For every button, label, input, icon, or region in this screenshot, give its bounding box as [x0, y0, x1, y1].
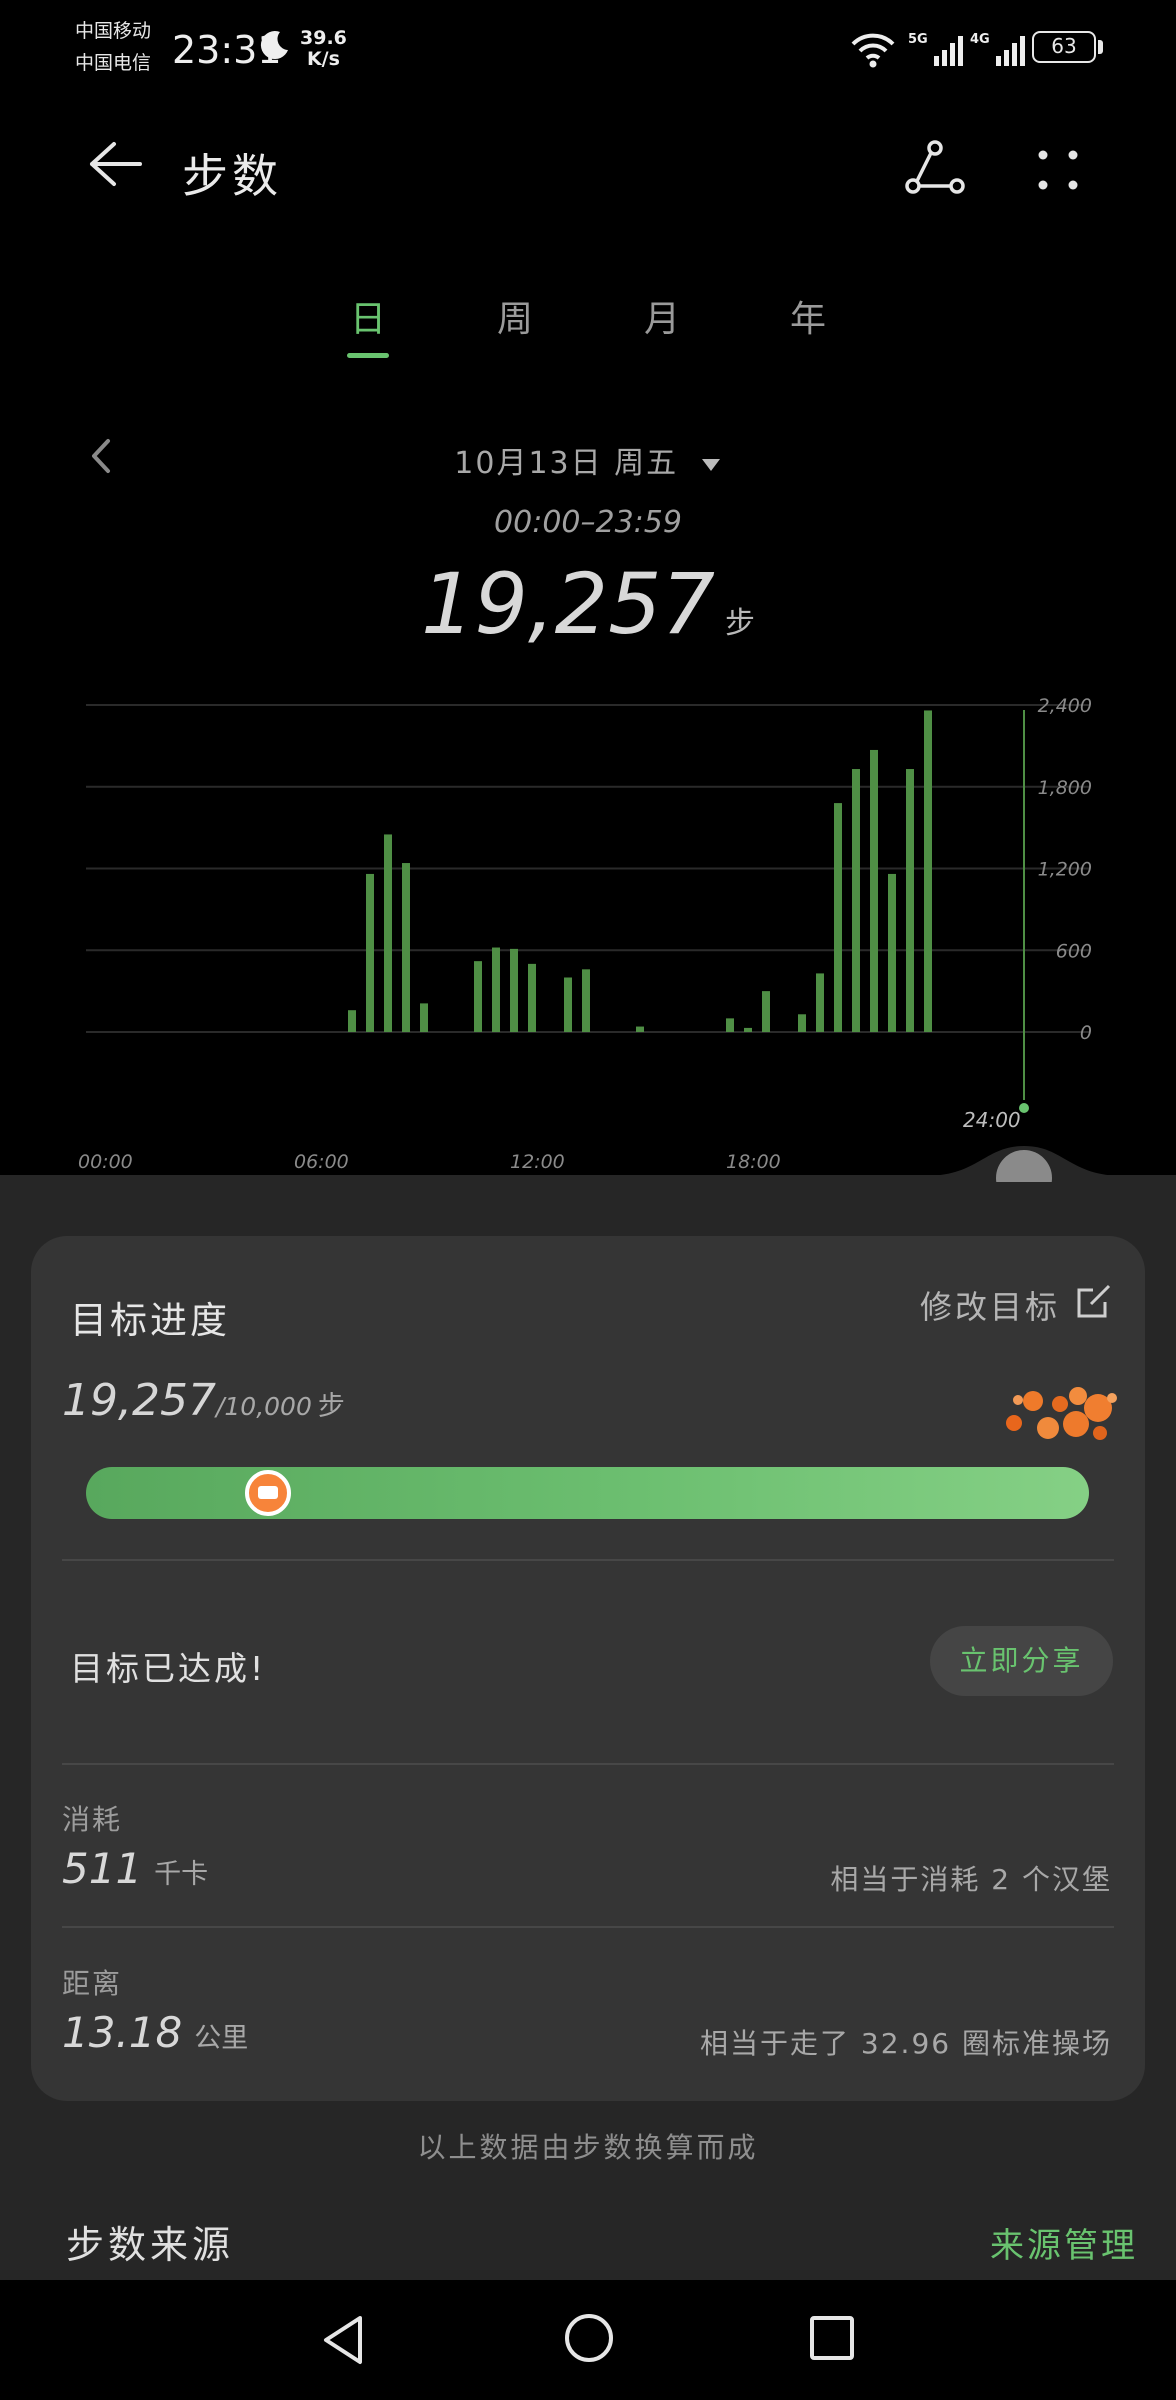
step-source-title: 步数来源: [66, 2223, 235, 2267]
step-bar: [888, 873, 896, 1032]
goal-unit: 步: [317, 1391, 345, 1422]
source-manage-link[interactable]: 来源管理: [990, 2218, 1138, 2267]
signal-bars-icon: [996, 36, 1026, 66]
edit-icon[interactable]: [1075, 1282, 1113, 1320]
goal-current-steps: 19,257: [62, 1375, 216, 1426]
nav-recent-apps-icon[interactable]: [808, 2314, 856, 2362]
y-tick-label: 1,800: [1038, 777, 1092, 799]
goal-progress-values: 19,257/10,000 步: [62, 1375, 345, 1426]
tab-year[interactable]: 年: [790, 290, 826, 342]
step-bar: [492, 947, 500, 1032]
y-tick-label: 600: [1056, 940, 1092, 962]
network-speed: 39.6 K/s: [300, 28, 347, 70]
step-bar: [726, 1018, 734, 1032]
wifi-icon: [851, 33, 895, 68]
progress-marker-icon: [245, 1470, 291, 1516]
calories-label: 消耗: [62, 1803, 123, 1836]
x-tick-label: 00:00: [78, 1151, 133, 1173]
y-tick-label: 0: [1080, 1022, 1092, 1044]
tab-day[interactable]: 日: [350, 290, 386, 342]
battery-tip: [1098, 40, 1103, 54]
distance-compare: 相当于走了 32.96 圈标准操场: [700, 2027, 1112, 2060]
step-bar: [798, 1014, 806, 1032]
network-speed-value: 39.6: [300, 27, 347, 49]
step-bar: [384, 834, 392, 1032]
step-bar: [906, 769, 914, 1032]
goal-progress-title: 目标进度: [70, 1299, 230, 1342]
step-bar: [870, 749, 878, 1032]
step-bar: [510, 948, 518, 1032]
calories-unit: 千卡: [154, 1859, 209, 1890]
scrubber-handle[interactable]: [924, 1112, 1124, 1182]
tab-month[interactable]: 月: [644, 290, 680, 342]
signal-5g-label: 5G: [908, 32, 928, 47]
x-tick-label: 18:00: [726, 1151, 781, 1173]
tab-week[interactable]: 周: [497, 290, 533, 342]
calories-compare: 相当于消耗 2 个汉堡: [830, 1863, 1112, 1896]
total-steps-value: 19,257: [421, 555, 715, 653]
goal-reached-text: 目标已达成!: [70, 1649, 267, 1688]
battery-indicator: 63: [1032, 31, 1096, 63]
step-bar: [744, 1027, 752, 1032]
calories-value-row: 511 千卡: [62, 1844, 208, 1893]
distance-value: 13.18: [62, 2008, 183, 2057]
carrier-secondary: 中国电信: [75, 52, 152, 74]
chart-x-axis: 00:00 06:00 12:00 18:00: [78, 1151, 781, 1173]
data-footnote: 以上数据由步数换算而成: [417, 2131, 759, 2164]
chart-y-axis: 2,400 1,800 1,200 600 0: [1038, 695, 1092, 1044]
steps-bar-chart: 2,400 1,800 1,200 600 0 00:00 06:00 12:00 18:00…: [78, 695, 1092, 1173]
nav-back-icon[interactable]: [318, 2312, 368, 2368]
back-arrow-icon[interactable]: [88, 140, 144, 188]
goal-target: /10,000: [215, 1392, 312, 1421]
x-tick-label: 12:00: [510, 1151, 565, 1173]
x-tick-label: 06:00: [294, 1151, 349, 1173]
share-now-button[interactable]: 立即分享: [930, 1626, 1113, 1696]
divider: [62, 1559, 1114, 1561]
goal-progress-bar: [86, 1467, 1089, 1519]
total-steps-unit: 步: [724, 606, 755, 641]
modify-goal-button[interactable]: 修改目标: [920, 1282, 1060, 1328]
step-bar: [924, 710, 932, 1032]
step-bar: [834, 803, 842, 1032]
divider: [62, 1763, 1114, 1765]
page-title: 步数: [182, 149, 282, 203]
chart-bars: [348, 710, 932, 1032]
step-bar: [348, 1010, 356, 1032]
network-speed-unit: K/s: [306, 48, 340, 70]
dropdown-triangle-icon: [701, 458, 720, 471]
step-bar: [762, 991, 770, 1032]
step-bar: [528, 963, 536, 1032]
nav-home-icon[interactable]: [563, 2312, 615, 2364]
divider: [62, 1926, 1114, 1928]
moon-icon: [260, 31, 288, 60]
y-tick-label: 1,200: [1038, 859, 1092, 881]
calories-value: 511: [62, 1844, 143, 1893]
signal-4g: 4G: [970, 32, 1028, 66]
signal-bars-icon: [934, 36, 964, 66]
step-bar: [366, 873, 374, 1032]
step-bar: [582, 969, 590, 1032]
signal-4g-label: 4G: [970, 32, 990, 47]
distance-unit: 公里: [194, 2023, 249, 2054]
step-bar: [816, 973, 824, 1032]
distance-value-row: 13.18 公里: [62, 2008, 248, 2057]
more-options-icon[interactable]: [1035, 147, 1081, 193]
signal-5g: 5G: [908, 32, 966, 66]
date-selector[interactable]: 10月13日 周五: [0, 438, 1176, 482]
time-range: 00:00–23:59: [494, 505, 682, 540]
step-bar: [564, 977, 572, 1032]
step-bar: [420, 1003, 428, 1032]
distance-label: 距离: [62, 1967, 123, 2000]
celebration-bubbles-icon: [1006, 1387, 1117, 1440]
tab-active-indicator: [347, 353, 389, 358]
step-bar: [402, 863, 410, 1032]
step-bar: [636, 1026, 644, 1032]
step-bar: [474, 961, 482, 1032]
step-bar: [852, 769, 860, 1032]
selected-date: 10月13日 周五: [454, 446, 679, 481]
carrier-primary: 中国移动: [75, 20, 152, 42]
share-nodes-icon[interactable]: [905, 140, 967, 196]
y-tick-label: 2,400: [1038, 695, 1092, 717]
total-steps: 19,257 步: [0, 555, 1176, 653]
